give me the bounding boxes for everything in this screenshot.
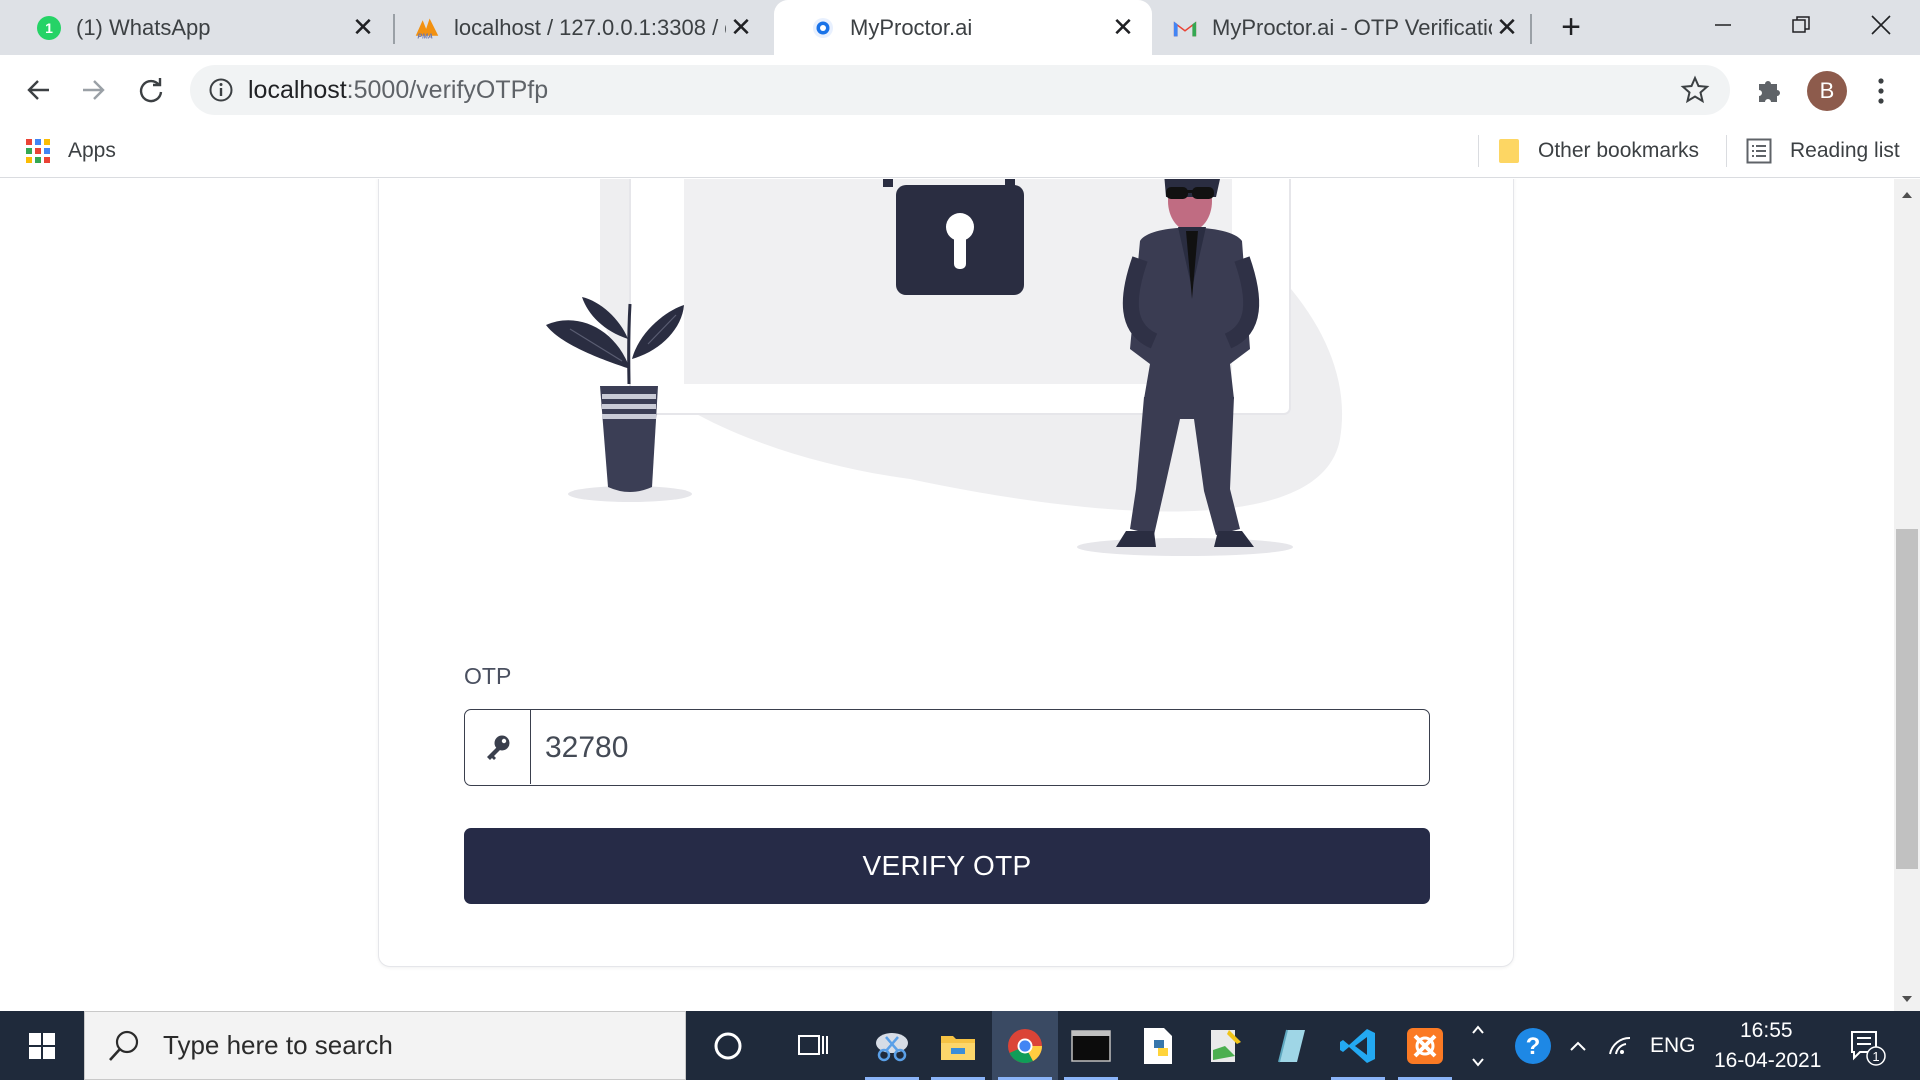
extensions-puzzle-icon[interactable] — [1752, 72, 1788, 108]
apps-grid-icon — [26, 139, 50, 163]
python-file-icon[interactable] — [1125, 1011, 1191, 1080]
terminal-icon[interactable] — [1058, 1011, 1124, 1080]
address-bar[interactable]: localhost:5000/verifyOTPfp — [190, 65, 1730, 115]
scroll-down-arrow-icon[interactable] — [1894, 989, 1920, 1009]
new-tab-button[interactable]: + — [1552, 8, 1590, 46]
phpmyadmin-icon: PMA — [414, 15, 440, 41]
close-window-button[interactable] — [1846, 0, 1916, 50]
bookmarks-divider — [1726, 135, 1727, 167]
bookmarks-bar: Apps Other bookmarks Reading list — [0, 125, 1920, 178]
tab-myproctor[interactable]: MyProctor.ai ✕ — [774, 0, 1152, 55]
url-text: localhost:5000/verifyOTPfp — [248, 76, 548, 105]
show-hidden-icons-chevron-icon[interactable] — [1558, 1011, 1598, 1080]
tab-title: MyProctor.ai — [850, 14, 973, 40]
bookmark-apps-label: Apps — [68, 139, 116, 162]
chrome-taskbar-icon[interactable] — [992, 1011, 1058, 1080]
windows-logo-icon — [29, 1032, 55, 1059]
action-center-icon[interactable]: 1 — [1836, 1011, 1896, 1080]
url-host: localhost — [248, 76, 347, 104]
search-placeholder: Type here to search — [163, 1030, 393, 1060]
vscode-icon[interactable] — [1325, 1011, 1391, 1080]
profile-avatar[interactable]: B — [1807, 71, 1847, 111]
tab-divider — [1530, 14, 1532, 44]
scroll-up-arrow-icon[interactable] — [1894, 185, 1920, 205]
otp-input[interactable] — [545, 728, 1405, 768]
clock-date[interactable]: 16-04-2021 — [1714, 1049, 1821, 1073]
input-language[interactable]: ENG — [1650, 1034, 1696, 1058]
browser-menu-icon[interactable] — [1868, 71, 1894, 111]
start-button[interactable] — [0, 1011, 84, 1080]
key-icon — [465, 710, 531, 784]
reading-list-button[interactable]: Reading list — [1746, 133, 1900, 169]
wifi-icon[interactable] — [1600, 1011, 1640, 1080]
scrollbar-thumb[interactable] — [1896, 529, 1918, 869]
page-scrollbar[interactable] — [1894, 179, 1920, 1011]
back-button[interactable] — [16, 67, 62, 113]
tab-title: MyProctor.ai - OTP Verificatio — [1212, 14, 1492, 40]
tab-title: localhost / 127.0.0.1:3308 / q — [454, 14, 726, 40]
tab-whatsapp[interactable]: 1 (1) WhatsApp ✕ — [0, 0, 392, 55]
tab-phpmyadmin[interactable]: PMA localhost / 127.0.0.1:3308 / q ✕ — [378, 0, 770, 55]
page-viewport: OTP VERIFY OTP — [0, 179, 1920, 1011]
tab-gmail[interactable]: MyProctor.ai - OTP Verificatio ✕ — [1152, 0, 1536, 55]
close-tab-icon[interactable]: ✕ — [1108, 12, 1138, 43]
reading-list-label: Reading list — [1790, 139, 1900, 162]
verify-otp-button[interactable]: VERIFY OTP — [464, 828, 1430, 904]
whatsapp-icon: 1 — [36, 15, 62, 41]
taskbar-search-box[interactable]: Type here to search — [84, 1011, 686, 1080]
svg-text:PMA: PMA — [417, 33, 432, 40]
minimize-window-button[interactable] — [1688, 0, 1758, 50]
otp-input-group — [464, 709, 1430, 786]
restore-window-button[interactable] — [1766, 0, 1836, 50]
task-view-icon[interactable] — [780, 1011, 846, 1080]
site-info-icon[interactable] — [208, 77, 234, 103]
other-bookmarks-label: Other bookmarks — [1538, 139, 1700, 162]
close-tab-icon[interactable]: ✕ — [726, 12, 756, 43]
reading-list-icon — [1746, 138, 1772, 164]
file-explorer-icon[interactable] — [925, 1011, 991, 1080]
notepad-icon[interactable] — [1192, 1011, 1258, 1080]
clock-time[interactable]: 16:55 — [1740, 1019, 1793, 1043]
help-icon[interactable]: ? — [1500, 1011, 1566, 1080]
browser-toolbar: localhost:5000/verifyOTPfp B — [0, 55, 1920, 125]
tab-title: (1) WhatsApp — [76, 14, 211, 40]
forward-button[interactable] — [70, 67, 116, 113]
browser-tab-strip: 1 (1) WhatsApp ✕ PMA localhost / 127.0.0… — [0, 0, 1920, 55]
notebook-app-icon[interactable] — [1258, 1011, 1324, 1080]
bookmark-star-icon[interactable] — [1680, 75, 1710, 105]
search-icon — [107, 1029, 141, 1063]
xampp-icon[interactable] — [1392, 1011, 1458, 1080]
url-path: :5000/verifyOTPfp — [346, 76, 549, 104]
svg-text:?: ? — [1526, 1033, 1541, 1060]
reload-button[interactable] — [128, 67, 174, 113]
chrome-page-icon — [810, 15, 836, 41]
bookmarks-divider — [1478, 135, 1479, 167]
bookmark-apps[interactable]: Apps — [26, 133, 116, 169]
close-tab-icon[interactable]: ✕ — [1492, 12, 1522, 43]
svg-text:1: 1 — [45, 20, 53, 36]
windows-taskbar: Type here to search ? ENG 16:55 16-04-20… — [0, 1011, 1920, 1080]
gmail-icon — [1172, 15, 1198, 41]
security-illustration — [546, 179, 1343, 556]
close-tab-icon[interactable]: ✕ — [348, 12, 378, 43]
snipping-tool-icon[interactable] — [859, 1011, 925, 1080]
folder-icon — [1498, 138, 1520, 164]
svg-text:1: 1 — [1872, 1049, 1879, 1064]
cortana-icon[interactable] — [695, 1011, 761, 1080]
taskbar-scroll-icon[interactable] — [1462, 1011, 1494, 1080]
otp-label: OTP — [464, 663, 512, 689]
bookmark-other-folder[interactable]: Other bookmarks — [1498, 133, 1699, 169]
